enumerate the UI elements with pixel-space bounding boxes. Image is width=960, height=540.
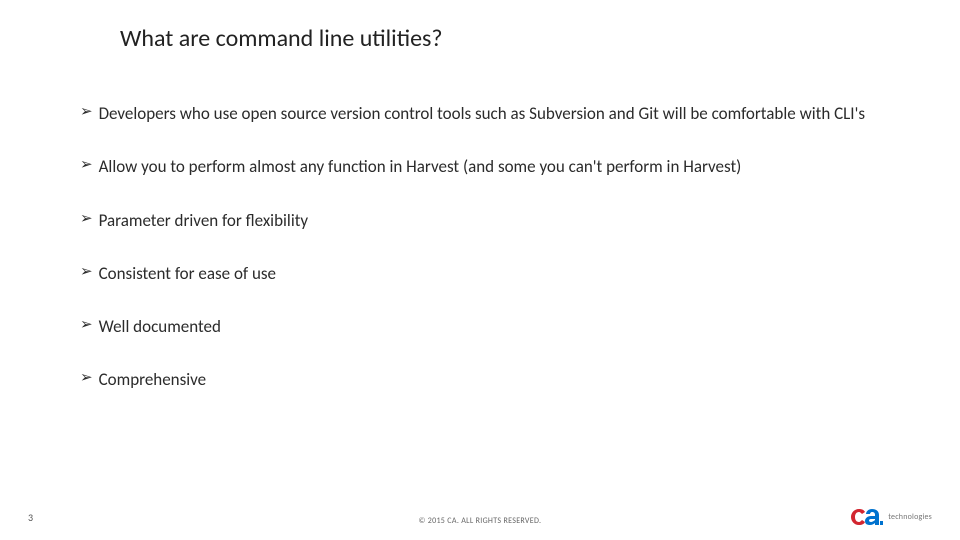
slide-title: What are command line utilities? bbox=[120, 24, 900, 53]
bullet-marker-icon: ➢ bbox=[80, 369, 93, 389]
bullet-text: Parameter driven for flexibility bbox=[99, 210, 309, 231]
list-item: ➢ Developers who use open source version… bbox=[80, 103, 900, 124]
ca-logo-icon bbox=[850, 506, 884, 528]
list-item: ➢ Well documented bbox=[80, 316, 900, 337]
bullet-text: Allow you to perform almost any function… bbox=[99, 156, 742, 177]
bullet-marker-icon: ➢ bbox=[80, 156, 93, 176]
bullet-marker-icon: ➢ bbox=[80, 103, 93, 123]
ca-logo: technologies bbox=[850, 506, 932, 528]
copyright-text: © 2015 CA. ALL RIGHTS RESERVED. bbox=[419, 516, 542, 526]
list-item: ➢ Consistent for ease of use bbox=[80, 263, 900, 284]
bullet-marker-icon: ➢ bbox=[80, 210, 93, 230]
bullet-list: ➢ Developers who use open source version… bbox=[80, 103, 900, 391]
bullet-marker-icon: ➢ bbox=[80, 263, 93, 283]
list-item: ➢ Allow you to perform almost any functi… bbox=[80, 156, 900, 177]
bullet-text: Consistent for ease of use bbox=[99, 263, 276, 284]
list-item: ➢ Comprehensive bbox=[80, 369, 900, 390]
bullet-text: Well documented bbox=[99, 316, 221, 337]
page-number: 3 bbox=[28, 511, 33, 524]
logo-subtext: technologies bbox=[888, 512, 932, 522]
bullet-text: Comprehensive bbox=[99, 369, 207, 390]
list-item: ➢ Parameter driven for flexibility bbox=[80, 210, 900, 231]
slide: What are command line utilities? ➢ Devel… bbox=[0, 0, 960, 540]
bullet-text: Developers who use open source version c… bbox=[99, 103, 865, 124]
bullet-marker-icon: ➢ bbox=[80, 316, 93, 336]
